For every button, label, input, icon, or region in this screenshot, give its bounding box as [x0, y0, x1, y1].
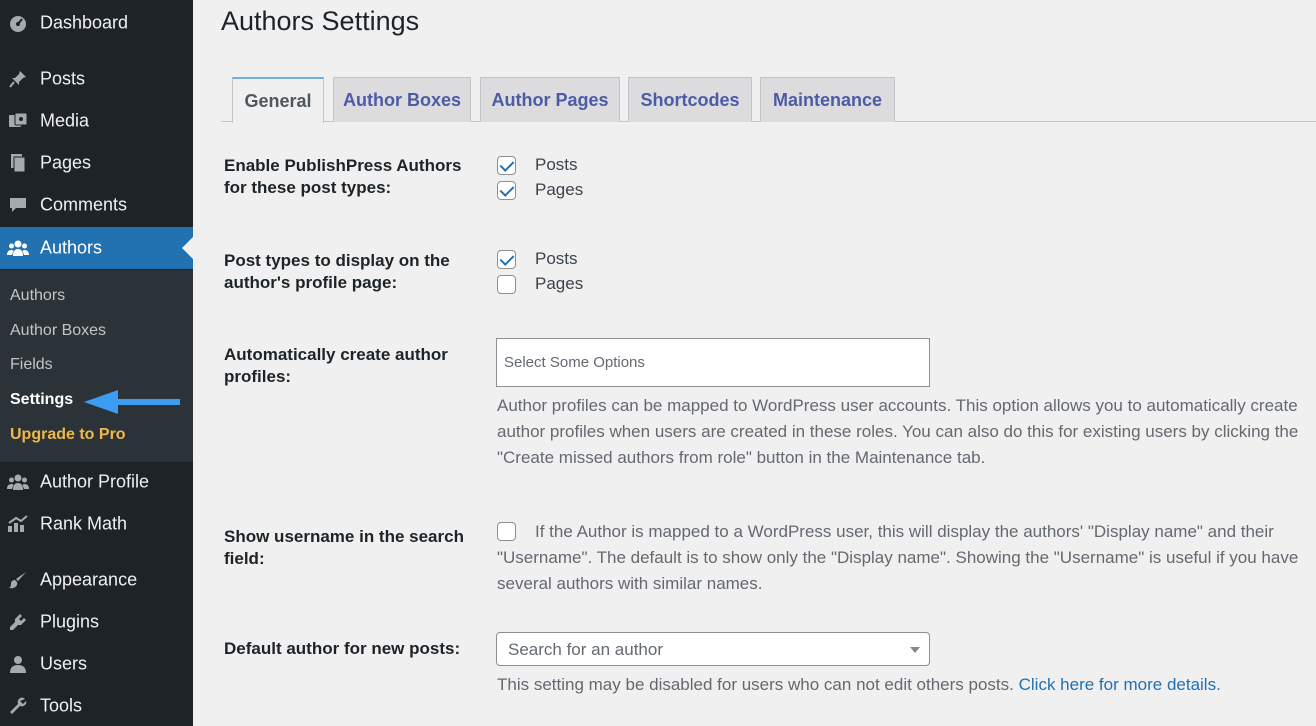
tab-label: Author Boxes — [342, 89, 461, 110]
menu-posts[interactable]: Posts — [0, 58, 193, 100]
menu-label: Authors — [40, 237, 103, 258]
auto-create-label: Automatically create author profiles: — [224, 345, 448, 386]
authors-submenu: Authors Author Boxes Fields Settings Upg… — [0, 270, 193, 462]
paintbrush-icon — [7, 569, 29, 591]
display-pages-option[interactable]: Pages — [497, 273, 583, 295]
submenu-author-boxes[interactable]: Author Boxes — [10, 322, 106, 340]
checkbox-label: Posts — [535, 249, 578, 268]
menu-label: Appearance — [40, 569, 138, 590]
default-author-select[interactable]: Search for an author — [496, 632, 930, 666]
menu-label: Media — [40, 110, 90, 131]
submenu-settings[interactable]: Settings — [10, 391, 73, 409]
enable-pages-checkbox[interactable] — [497, 180, 516, 200]
menu-authors[interactable]: Authors — [0, 227, 193, 269]
active-indicator — [182, 237, 193, 259]
rank-math-icon — [7, 513, 29, 535]
menu-media[interactable]: Media — [0, 100, 193, 142]
menu-label: Dashboard — [40, 12, 129, 33]
default-author-label: Default author for new posts: — [224, 639, 461, 658]
menu-label: Posts — [40, 68, 86, 89]
submenu-upgrade-to-pro[interactable]: Upgrade to Pro — [10, 426, 126, 444]
roles-multiselect[interactable]: Select Some Options — [496, 338, 930, 387]
menu-label: Plugins — [40, 611, 100, 632]
dashboard-icon — [7, 12, 29, 34]
enable-pages-option[interactable]: Pages — [497, 179, 583, 201]
display-post-types-label: Post types to display on the author's pr… — [224, 251, 450, 292]
tab-maintenance[interactable]: Maintenance — [760, 77, 895, 122]
submenu-authors[interactable]: Authors — [10, 287, 65, 305]
tab-general[interactable]: General — [232, 77, 324, 123]
default-author-description: This setting may be disabled for users w… — [497, 672, 1307, 698]
pointer-arrow-icon — [84, 390, 180, 414]
show-username-description: If the Author is mapped to a WordPress u… — [497, 522, 1299, 593]
menu-label: Rank Math — [40, 513, 128, 534]
menu-label: Author Profile — [40, 471, 150, 492]
menu-users[interactable]: Users — [0, 643, 193, 685]
media-icon — [7, 110, 29, 132]
checkbox-label: Posts — [535, 155, 578, 174]
more-details-link[interactable]: Click here for more details. — [1019, 675, 1221, 694]
chevron-down-icon — [910, 647, 920, 653]
menu-rank-math[interactable]: Rank Math — [0, 503, 193, 545]
menu-pages[interactable]: Pages — [0, 142, 193, 184]
user-icon — [7, 653, 29, 675]
page-title: Authors Settings — [221, 6, 420, 36]
menu-dashboard[interactable]: Dashboard — [0, 2, 193, 44]
multiselect-placeholder: Select Some Options — [504, 354, 645, 371]
users-group-icon — [7, 471, 29, 493]
pushpin-icon — [7, 68, 29, 90]
enable-post-types-label: Enable PublishPress Authors for these po… — [224, 156, 462, 197]
menu-label: Comments — [40, 194, 128, 215]
menu-label: Pages — [40, 152, 92, 173]
menu-author-profile[interactable]: Author Profile — [0, 461, 193, 503]
display-posts-checkbox[interactable] — [497, 249, 516, 269]
tab-label: Author Pages — [491, 89, 609, 110]
menu-label: Users — [40, 653, 88, 674]
plugin-icon — [7, 611, 29, 633]
wrench-icon — [7, 695, 29, 717]
users-group-icon — [7, 237, 29, 259]
tab-author-pages[interactable]: Author Pages — [480, 77, 620, 122]
menu-appearance[interactable]: Appearance — [0, 559, 193, 601]
admin-sidebar: Dashboard Posts Media Pages Comments Aut… — [0, 0, 193, 726]
description-text: This setting may be disabled for users w… — [497, 675, 1014, 694]
tab-shortcodes[interactable]: Shortcodes — [628, 77, 752, 122]
enable-posts-option[interactable]: Posts — [497, 154, 578, 176]
menu-plugins[interactable]: Plugins — [0, 601, 193, 643]
show-username-label: Show username in the search field: — [224, 527, 464, 568]
tab-label: Shortcodes — [640, 89, 740, 110]
comments-icon — [7, 194, 29, 216]
submenu-fields[interactable]: Fields — [10, 356, 53, 374]
tab-label: General — [244, 90, 312, 111]
auto-create-description: Author profiles can be mapped to WordPre… — [497, 396, 1299, 467]
pages-icon — [7, 152, 29, 174]
checkbox-label: Pages — [535, 274, 584, 293]
menu-comments[interactable]: Comments — [0, 184, 193, 226]
enable-posts-checkbox[interactable] — [497, 155, 516, 175]
menu-label: Tools — [40, 695, 83, 716]
checkbox-label: Pages — [535, 180, 584, 199]
display-posts-option[interactable]: Posts — [497, 248, 578, 270]
display-pages-checkbox[interactable] — [497, 274, 516, 294]
select-placeholder: Search for an author — [508, 640, 663, 659]
menu-tools[interactable]: Tools — [0, 685, 193, 726]
tab-label: Maintenance — [772, 89, 883, 110]
tab-author-boxes[interactable]: Author Boxes — [333, 77, 471, 122]
